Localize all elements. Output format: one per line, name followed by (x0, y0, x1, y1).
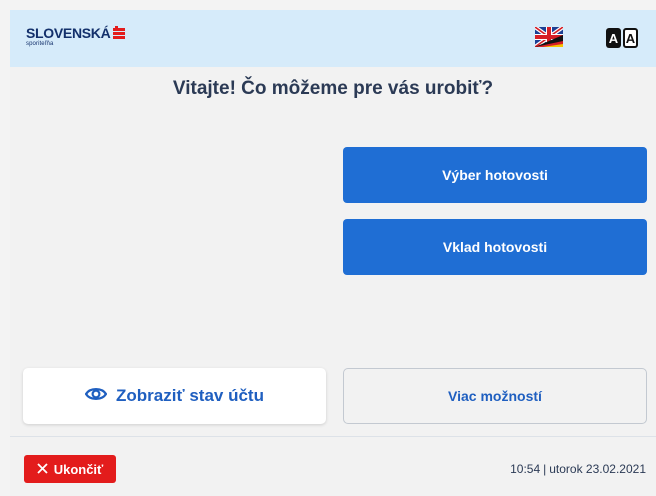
withdraw-cash-label: Výber hotovosti (442, 167, 548, 183)
accessibility-light-a: A (623, 28, 638, 48)
separator: | (543, 462, 547, 476)
page-title: Vitajte! Čo môžeme pre vás urobiť? (172, 78, 494, 99)
logo-wordmark: SLOVENSKÁ (26, 25, 126, 41)
accessibility-toggle[interactable]: A A (606, 28, 639, 48)
exit-button[interactable]: Ukončiť (24, 455, 116, 483)
accessibility-dark-a: A (606, 28, 621, 48)
uk-flag-icon[interactable] (533, 25, 565, 49)
time-text: 10:54 (510, 462, 541, 476)
deposit-cash-label: Vklad hotovosti (442, 239, 548, 255)
withdraw-cash-button[interactable]: Výber hotovosti (343, 147, 647, 203)
more-options-label: Viac možností (448, 388, 542, 404)
show-balance-label: Zobraziť stav účtu (116, 386, 264, 405)
eye-icon (84, 386, 108, 407)
header-bar: SLOVENSKÁ sporiteľňa A A (10, 10, 656, 67)
show-balance-button[interactable]: Zobraziť stav účtu (23, 368, 326, 424)
bank-s-icon (113, 26, 126, 40)
logo-text: SLOVENSKÁ (26, 25, 111, 41)
exit-label: Ukončiť (53, 461, 104, 477)
more-options-button[interactable]: Viac možností (343, 368, 647, 424)
date-text: utorok 23.02.2021 (549, 462, 646, 476)
date-time: 10:54 | utorok 23.02.2021 (510, 462, 646, 476)
footer-bar: Ukončiť 10:54 | utorok 23.02.2021 (10, 436, 656, 496)
logo-subtext: sporiteľňa (26, 41, 54, 47)
atm-screen: SLOVENSKÁ sporiteľňa A A Vitajte! Čo môž… (10, 10, 656, 496)
deposit-cash-button[interactable]: Vklad hotovosti (343, 219, 647, 275)
close-icon (37, 462, 48, 477)
bank-logo: SLOVENSKÁ sporiteľňa (26, 25, 126, 47)
